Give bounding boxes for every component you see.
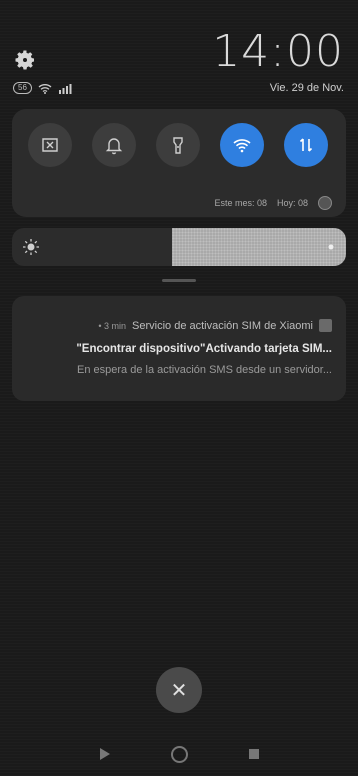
status-icons: 56 — [13, 82, 72, 94]
wifi-status-icon — [38, 83, 52, 94]
mobile-data-toggle[interactable] — [284, 123, 328, 167]
notification-app-name: Servicio de activación SIM de Xiaomi — [132, 319, 313, 332]
nav-recents-icon[interactable] — [249, 749, 259, 759]
settings-gear-icon[interactable] — [13, 48, 37, 72]
signal-icon — [58, 83, 72, 94]
screenshot-icon — [42, 138, 58, 152]
usage-today: Hoy: 08 — [276, 198, 308, 208]
flashlight-toggle[interactable] — [156, 123, 200, 167]
data-transfer-icon — [299, 138, 313, 152]
brightness-slider[interactable] — [12, 228, 346, 266]
nav-back-icon[interactable] — [100, 748, 110, 760]
notification-title: "Encontrar dispositivo"Activando tarjeta… — [76, 343, 332, 355]
ringer-toggle[interactable] — [92, 123, 136, 167]
usage-indicator-icon — [318, 196, 332, 210]
notification-body: En espera de la activación SMS desde un … — [77, 364, 332, 376]
brightness-low-icon — [328, 244, 334, 250]
date-label[interactable]: Vie. 29 de Nov. — [270, 82, 344, 94]
bell-icon — [105, 138, 123, 155]
brightness-high-icon — [23, 239, 39, 255]
sim-badge: 56 — [13, 82, 32, 94]
app-icon — [319, 319, 332, 332]
wifi-toggle[interactable] — [220, 123, 264, 167]
clear-all-button[interactable]: ✕ — [156, 667, 202, 713]
clock-time[interactable]: 14:00 — [212, 30, 344, 74]
notification-time: • 3 min — [98, 320, 127, 331]
notification-card[interactable]: • 3 min Servicio de activación SIM de Xi… — [12, 296, 346, 401]
close-icon: ✕ — [170, 679, 188, 702]
wifi-icon — [233, 139, 251, 153]
notification-header: • 3 min Servicio de activación SIM de Xi… — [98, 319, 332, 332]
screenshot-toggle[interactable] — [28, 123, 72, 167]
flashlight-icon — [173, 137, 183, 154]
usage-month: Este mes: 08 — [214, 198, 267, 208]
nav-home-icon[interactable] — [171, 746, 188, 763]
brightness-level-fill — [172, 228, 346, 266]
drag-handle[interactable] — [162, 279, 196, 282]
data-usage: Este mes: 08 Hoy: 08 — [214, 196, 332, 210]
quick-settings-panel: Este mes: 08 Hoy: 08 — [12, 109, 346, 217]
